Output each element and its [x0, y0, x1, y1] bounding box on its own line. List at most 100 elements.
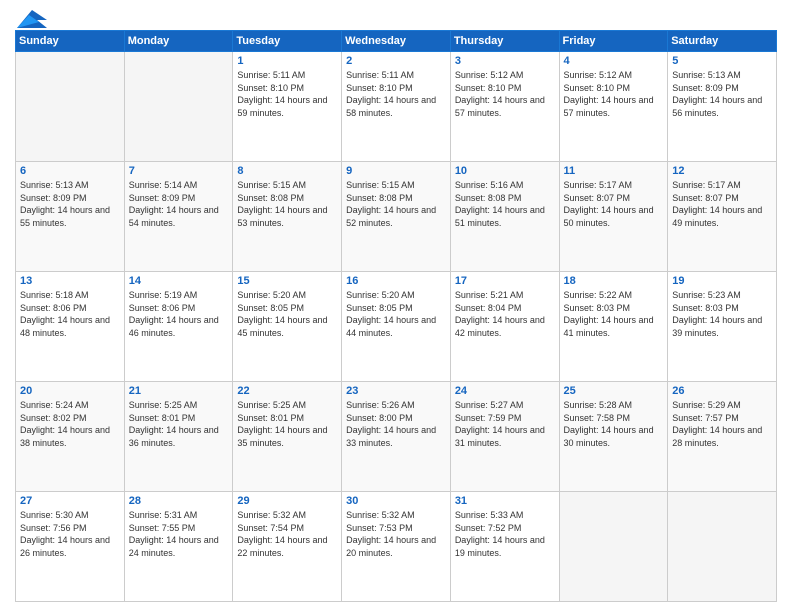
day-number: 24	[455, 385, 555, 397]
day-number: 3	[455, 55, 555, 67]
day-info: Sunrise: 5:33 AM Sunset: 7:52 PM Dayligh…	[455, 509, 555, 559]
day-info: Sunrise: 5:22 AM Sunset: 8:03 PM Dayligh…	[564, 289, 664, 339]
day-cell: 9 Sunrise: 5:15 AM Sunset: 8:08 PM Daylig…	[342, 162, 451, 272]
day-info: Sunrise: 5:20 AM Sunset: 8:05 PM Dayligh…	[346, 289, 446, 339]
day-cell: 12Sunrise: 5:17 AM Sunset: 8:07 PM Dayli…	[668, 162, 777, 272]
day-info: Sunrise: 5:20 AM Sunset: 8:05 PM Dayligh…	[237, 289, 337, 339]
day-info: Sunrise: 5:24 AM Sunset: 8:02 PM Dayligh…	[20, 399, 120, 449]
day-number: 14	[129, 275, 229, 287]
day-info: Sunrise: 5:18 AM Sunset: 8:06 PM Dayligh…	[20, 289, 120, 339]
day-number: 20	[20, 385, 120, 397]
weekday-saturday: Saturday	[668, 31, 777, 52]
day-cell: 3 Sunrise: 5:12 AM Sunset: 8:10 PM Daylig…	[450, 52, 559, 162]
day-number: 7	[129, 165, 229, 177]
day-info: Sunrise: 5:19 AM Sunset: 8:06 PM Dayligh…	[129, 289, 229, 339]
day-info: Sunrise: 5:27 AM Sunset: 7:59 PM Dayligh…	[455, 399, 555, 449]
calendar-table: SundayMondayTuesdayWednesdayThursdayFrid…	[15, 30, 777, 602]
week-row-2: 6Sunrise: 5:13 AM Sunset: 8:09 PM Daylig…	[16, 162, 777, 272]
day-number: 9	[346, 165, 446, 177]
day-cell: 29Sunrise: 5:32 AM Sunset: 7:54 PM Dayli…	[233, 492, 342, 602]
day-info: Sunrise: 5:14 AM Sunset: 8:09 PM Dayligh…	[129, 179, 229, 229]
day-cell: 19 Sunrise: 5:23 AM Sunset: 8:03 PM Dayli…	[668, 272, 777, 382]
day-number: 4	[564, 55, 664, 67]
day-number: 13	[20, 275, 120, 287]
header	[15, 10, 777, 24]
day-cell: 5 Sunrise: 5:13 AM Sunset: 8:09 PM Daylig…	[668, 52, 777, 162]
day-cell	[559, 492, 668, 602]
day-number: 23	[346, 385, 446, 397]
day-number: 5	[672, 55, 772, 67]
day-number: 11	[564, 165, 664, 177]
day-cell: 27Sunrise: 5:30 AM Sunset: 7:56 PM Dayli…	[16, 492, 125, 602]
day-number: 21	[129, 385, 229, 397]
week-row-1: 1Sunrise: 5:11 AM Sunset: 8:10 PM Daylig…	[16, 52, 777, 162]
day-info: Sunrise: 5:25 AM Sunset: 8:01 PM Dayligh…	[237, 399, 337, 449]
day-info: Sunrise: 5:23 AM Sunset: 8:03 PM Dayligh…	[672, 289, 772, 339]
day-cell: 11 Sunrise: 5:17 AM Sunset: 8:07 PM Dayli…	[559, 162, 668, 272]
weekday-wednesday: Wednesday	[342, 31, 451, 52]
day-cell: 4 Sunrise: 5:12 AM Sunset: 8:10 PM Daylig…	[559, 52, 668, 162]
day-cell: 25 Sunrise: 5:28 AM Sunset: 7:58 PM Dayli…	[559, 382, 668, 492]
day-info: Sunrise: 5:11 AM Sunset: 8:10 PM Dayligh…	[346, 69, 446, 119]
day-info: Sunrise: 5:16 AM Sunset: 8:08 PM Dayligh…	[455, 179, 555, 229]
day-cell	[668, 492, 777, 602]
week-row-3: 13 Sunrise: 5:18 AM Sunset: 8:06 PM Dayli…	[16, 272, 777, 382]
day-number: 26	[672, 385, 772, 397]
day-number: 18	[564, 275, 664, 287]
day-info: Sunrise: 5:13 AM Sunset: 8:09 PM Dayligh…	[672, 69, 772, 119]
day-number: 25	[564, 385, 664, 397]
day-number: 2	[346, 55, 446, 67]
day-number: 27	[20, 495, 120, 507]
day-info: Sunrise: 5:12 AM Sunset: 8:10 PM Dayligh…	[564, 69, 664, 119]
day-cell: 2 Sunrise: 5:11 AM Sunset: 8:10 PM Daylig…	[342, 52, 451, 162]
day-cell: 1Sunrise: 5:11 AM Sunset: 8:10 PM Daylig…	[233, 52, 342, 162]
day-cell: 22 Sunrise: 5:25 AM Sunset: 8:01 PM Dayli…	[233, 382, 342, 492]
day-cell: 31Sunrise: 5:33 AM Sunset: 7:52 PM Dayli…	[450, 492, 559, 602]
day-cell: 26 Sunrise: 5:29 AM Sunset: 7:57 PM Dayli…	[668, 382, 777, 492]
weekday-friday: Friday	[559, 31, 668, 52]
day-cell: 30Sunrise: 5:32 AM Sunset: 7:53 PM Dayli…	[342, 492, 451, 602]
day-cell: 14 Sunrise: 5:19 AM Sunset: 8:06 PM Dayli…	[124, 272, 233, 382]
day-info: Sunrise: 5:29 AM Sunset: 7:57 PM Dayligh…	[672, 399, 772, 449]
day-info: Sunrise: 5:25 AM Sunset: 8:01 PM Dayligh…	[129, 399, 229, 449]
day-number: 8	[237, 165, 337, 177]
day-cell	[16, 52, 125, 162]
day-number: 28	[129, 495, 229, 507]
weekday-thursday: Thursday	[450, 31, 559, 52]
weekday-header-row: SundayMondayTuesdayWednesdayThursdayFrid…	[16, 31, 777, 52]
day-number: 19	[672, 275, 772, 287]
week-row-4: 20 Sunrise: 5:24 AM Sunset: 8:02 PM Dayli…	[16, 382, 777, 492]
day-info: Sunrise: 5:21 AM Sunset: 8:04 PM Dayligh…	[455, 289, 555, 339]
day-cell: 20 Sunrise: 5:24 AM Sunset: 8:02 PM Dayli…	[16, 382, 125, 492]
day-info: Sunrise: 5:15 AM Sunset: 8:08 PM Dayligh…	[237, 179, 337, 229]
day-info: Sunrise: 5:28 AM Sunset: 7:58 PM Dayligh…	[564, 399, 664, 449]
day-info: Sunrise: 5:32 AM Sunset: 7:53 PM Dayligh…	[346, 509, 446, 559]
day-cell: 13 Sunrise: 5:18 AM Sunset: 8:06 PM Dayli…	[16, 272, 125, 382]
day-cell: 18 Sunrise: 5:22 AM Sunset: 8:03 PM Dayli…	[559, 272, 668, 382]
day-info: Sunrise: 5:26 AM Sunset: 8:00 PM Dayligh…	[346, 399, 446, 449]
day-number: 22	[237, 385, 337, 397]
day-number: 15	[237, 275, 337, 287]
day-cell: 8 Sunrise: 5:15 AM Sunset: 8:08 PM Daylig…	[233, 162, 342, 272]
day-number: 16	[346, 275, 446, 287]
day-info: Sunrise: 5:17 AM Sunset: 8:07 PM Dayligh…	[564, 179, 664, 229]
day-info: Sunrise: 5:11 AM Sunset: 8:10 PM Dayligh…	[237, 69, 337, 119]
logo	[15, 10, 47, 24]
day-cell: 6Sunrise: 5:13 AM Sunset: 8:09 PM Daylig…	[16, 162, 125, 272]
day-info: Sunrise: 5:12 AM Sunset: 8:10 PM Dayligh…	[455, 69, 555, 119]
day-cell: 28 Sunrise: 5:31 AM Sunset: 7:55 PM Dayli…	[124, 492, 233, 602]
day-cell: 16 Sunrise: 5:20 AM Sunset: 8:05 PM Dayli…	[342, 272, 451, 382]
day-cell: 24 Sunrise: 5:27 AM Sunset: 7:59 PM Dayli…	[450, 382, 559, 492]
day-info: Sunrise: 5:15 AM Sunset: 8:08 PM Dayligh…	[346, 179, 446, 229]
day-number: 29	[237, 495, 337, 507]
day-info: Sunrise: 5:17 AM Sunset: 8:07 PM Dayligh…	[672, 179, 772, 229]
weekday-tuesday: Tuesday	[233, 31, 342, 52]
day-cell: 17 Sunrise: 5:21 AM Sunset: 8:04 PM Dayli…	[450, 272, 559, 382]
weekday-monday: Monday	[124, 31, 233, 52]
weekday-sunday: Sunday	[16, 31, 125, 52]
day-number: 17	[455, 275, 555, 287]
day-info: Sunrise: 5:31 AM Sunset: 7:55 PM Dayligh…	[129, 509, 229, 559]
day-cell: 23 Sunrise: 5:26 AM Sunset: 8:00 PM Dayli…	[342, 382, 451, 492]
day-cell: 10Sunrise: 5:16 AM Sunset: 8:08 PM Dayli…	[450, 162, 559, 272]
week-row-5: 27Sunrise: 5:30 AM Sunset: 7:56 PM Dayli…	[16, 492, 777, 602]
